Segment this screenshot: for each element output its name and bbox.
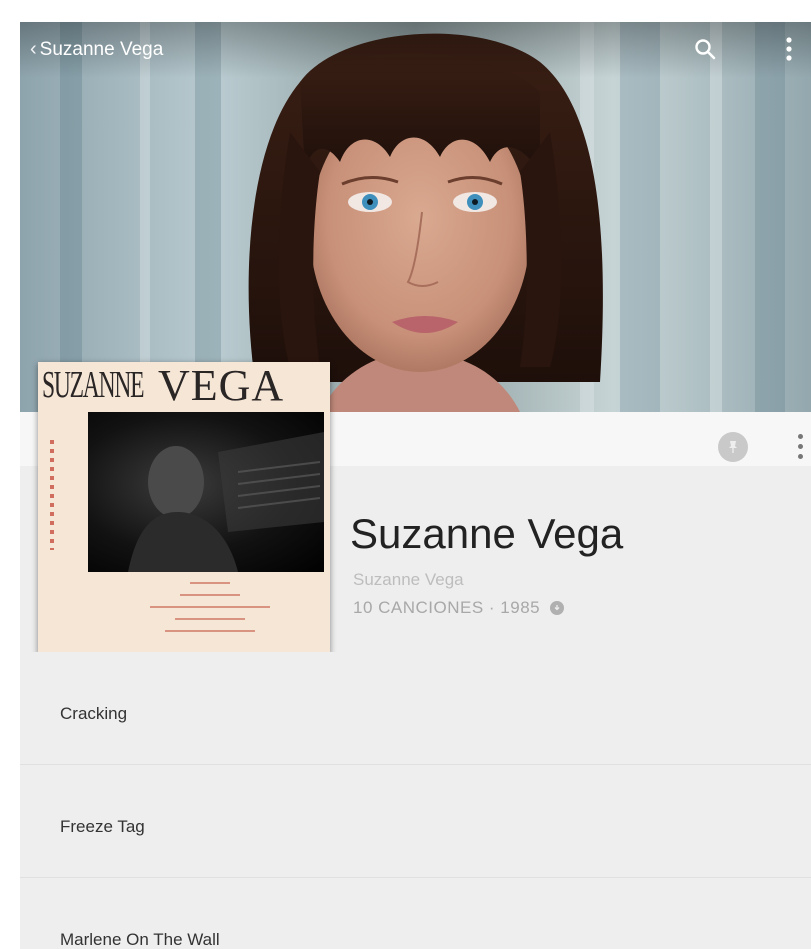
track-row[interactable]: Freeze Tag bbox=[20, 765, 811, 878]
track-title: Cracking bbox=[60, 704, 128, 723]
cover-photo bbox=[88, 412, 324, 572]
album-cover: SUZANNE VEGA bbox=[38, 362, 330, 654]
album-more-button[interactable] bbox=[790, 426, 810, 466]
more-vert-dot bbox=[797, 443, 803, 449]
more-vert-dot bbox=[797, 453, 803, 459]
chevron-left-icon: ‹ bbox=[30, 38, 37, 60]
cover-text-last: VEGA bbox=[158, 362, 285, 410]
artist-photo bbox=[20, 22, 811, 412]
back-button[interactable]: ‹ Suzanne Vega bbox=[30, 38, 163, 61]
cover-spine-text bbox=[50, 440, 54, 550]
search-icon bbox=[695, 39, 716, 60]
download-icon bbox=[550, 601, 565, 615]
track-row[interactable]: Cracking bbox=[20, 652, 811, 765]
cover-artist-name: SUZANNE VEGA bbox=[42, 364, 326, 408]
cover-tracklist bbox=[130, 582, 290, 642]
app-bar: ‹ Suzanne Vega bbox=[20, 22, 811, 78]
keep-on-device-button[interactable] bbox=[718, 432, 748, 462]
more-options-button[interactable] bbox=[772, 32, 806, 66]
track-title: Marlene On The Wall bbox=[60, 930, 220, 949]
track-row[interactable]: Marlene On The Wall bbox=[20, 878, 811, 949]
track-title: Freeze Tag bbox=[60, 817, 145, 836]
pin-icon bbox=[729, 441, 737, 453]
album-meta-text: 10 CANCIONES · 1985 bbox=[353, 598, 541, 617]
cover-text-first: SUZANNE bbox=[42, 364, 145, 406]
search-button[interactable] bbox=[688, 32, 722, 66]
app-frame: ‹ Suzanne Vega Suzanne Vega Suzanne Vega… bbox=[20, 22, 811, 949]
track-list: Cracking Freeze Tag Marlene On The Wall bbox=[20, 652, 811, 949]
back-label: Suzanne Vega bbox=[39, 38, 164, 60]
album-title: Suzanne Vega bbox=[350, 510, 624, 557]
more-vert-icon bbox=[797, 433, 803, 439]
more-vert-icon bbox=[786, 37, 792, 61]
album-meta: 10 CANCIONES · 1985 bbox=[353, 598, 565, 618]
album-artist[interactable]: Suzanne Vega bbox=[353, 570, 464, 590]
artist-header-image bbox=[20, 22, 811, 412]
